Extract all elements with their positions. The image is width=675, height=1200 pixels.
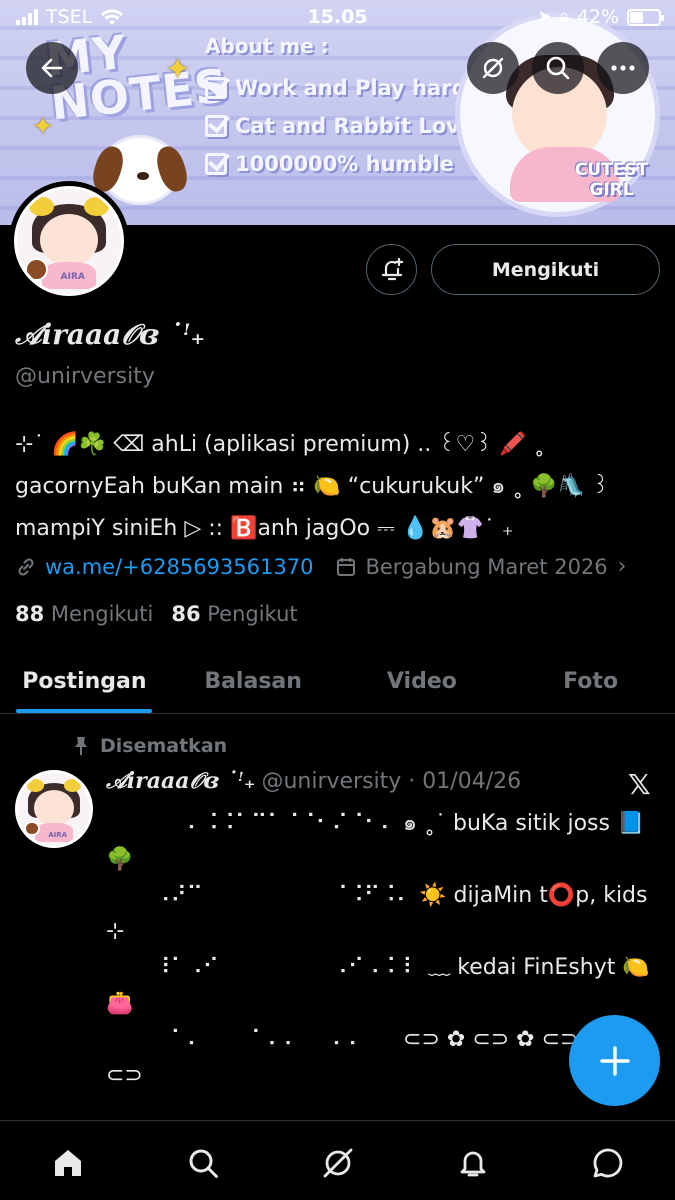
battery-percent: 42% [576,6,619,28]
post-header: 𝒜iraaa𝒪ɞ ˙ꜝ₊ @unirversity · 01/04/26 [106,768,636,794]
post-line: 🌳 [106,847,134,872]
bottom-nav [0,1120,675,1200]
pin-icon [75,737,87,755]
grok-icon [482,57,504,79]
avatar-tag: AIRA [48,830,68,839]
home-icon [54,1150,81,1176]
nav-home[interactable] [42,1141,94,1185]
profile-handle: @unirversity [15,364,155,389]
post-avatar[interactable]: AIRA [15,770,93,848]
x-logo-icon: 𝕏 [628,768,651,801]
checkbox-icon [205,77,227,99]
nav-search[interactable] [177,1141,229,1185]
search-icon [546,56,570,80]
post-line: 👛 [106,991,134,1016]
grok-icon [323,1148,352,1178]
more-dots-icon [611,65,635,71]
back-button[interactable] [26,42,78,94]
post-meta: @unirversity · 01/04/26 [261,768,522,794]
sparkle-icon: ✦ [165,52,191,87]
post-author[interactable]: 𝒜iraaa𝒪ɞ ˙ꜝ₊ [106,768,255,794]
plus-icon [599,1045,630,1076]
avatar-tag: AIRA [60,272,85,283]
tab-posts[interactable]: Postingan [0,650,169,713]
bio-line: gacornyEah buKan main ⠶ 🍋 “cukurukuk” ๑ … [15,474,610,499]
profile-link[interactable]: wa.me/+6285693561370 [45,555,313,579]
location-icon: ➤ [537,7,552,27]
tab-video[interactable]: Video [338,650,507,713]
about-item: Work and Play hard [205,76,497,100]
following-button[interactable]: Mengikuti [431,244,660,295]
compose-button[interactable] [569,1015,660,1106]
following-link[interactable]: 88 Mengikuti [15,602,153,626]
notifications-icon [460,1151,485,1177]
banner-about: About me : Work and Play hard Cat and Ra… [205,34,497,190]
followers-link[interactable]: 86 Pengikut [171,602,297,626]
bio-line: mampiY siniEh ▷ :: 🅱️anh jagOo ⎓ 💧🐹👚˙ ₊ [15,516,514,541]
sparkle-icon: ✦ [32,112,54,142]
link-icon [18,557,34,576]
profile-tabs: Postingan Balasan Video Foto [0,650,675,714]
profile-name: 𝒜iraaa𝒪ɞ ˙ꜝ₊ [15,318,206,351]
status-bar: TSEL 15.05 ➤ 🔒︎ 42% [0,0,675,34]
profile-avatar[interactable]: AIRA [9,181,129,301]
grok-button[interactable] [467,42,519,94]
tab-photos[interactable]: Foto [506,650,675,713]
post-line: ⠀⠀⠀⠀⠀⠄⠨⠨⠁⠉⠁⠈⠈⠂⠌⠈⠂⠄ ๑ ˳˙ buKa sitik joss … [106,811,645,836]
joined-date: Bergabung Maret 2026 [365,554,608,579]
battery-icon [627,8,664,26]
nav-notifications[interactable] [447,1141,499,1185]
post-line: ⠀⠀⠀⠠⠜⠉⠀⠀⠀⠀⠀⠀⠀⠀⠈⠨⠋⠨⠄ ☀️ dijaMin t⭕p, kids [106,883,648,908]
search-icon [189,1149,218,1178]
chevron-right-icon[interactable]: › [618,554,627,579]
more-button[interactable] [597,42,649,94]
follow-counts: 88 Mengikuti 86 Pengikut [15,602,298,626]
nav-messages[interactable] [582,1141,634,1185]
tab-replies[interactable]: Balasan [169,650,338,713]
profile-bio: ⊹˙ 🌈☘️ ⌫ ahLi (aplikasi premium) .. ꒰♡꒱ … [15,424,665,550]
puppy-sticker [88,135,192,205]
bell-plus-icon [381,257,403,280]
bio-line: ⊹˙ 🌈☘️ ⌫ ahLi (aplikasi premium) .. ꒰♡꒱ … [15,432,545,457]
search-button[interactable] [532,42,584,94]
about-heading: About me : [205,34,329,58]
cutest-girl-label: CUTEST GIRL [574,160,649,200]
notify-button[interactable] [366,244,417,295]
pinned-label: Disematkan [100,735,228,757]
messages-icon [593,1148,622,1178]
profile-meta: wa.me/+6285693561370 Bergabung Maret 202… [15,554,626,579]
checkbox-icon [205,153,227,175]
checkbox-icon [205,115,227,137]
status-right: ➤ 🔒︎ 42% [537,6,664,28]
rotation-lock-icon: 🔒︎ [559,7,569,27]
pinned-indicator: Disematkan [72,735,227,757]
back-arrow-icon [41,58,63,78]
nav-grok[interactable] [312,1141,364,1185]
about-item: 1000000% humble [205,152,497,176]
calendar-icon [337,557,356,576]
post-line: ⊹ [106,919,125,944]
post-line: ⠀⠀⠀⠸⠁⠠⠊⠀⠀⠀⠀⠀⠀⠀⠠⠊⠠⠨⠸⠀﹏ kedai FinEshyt 🍋 [106,955,650,980]
about-item: Cat and Rabbit Lovers [205,114,497,138]
